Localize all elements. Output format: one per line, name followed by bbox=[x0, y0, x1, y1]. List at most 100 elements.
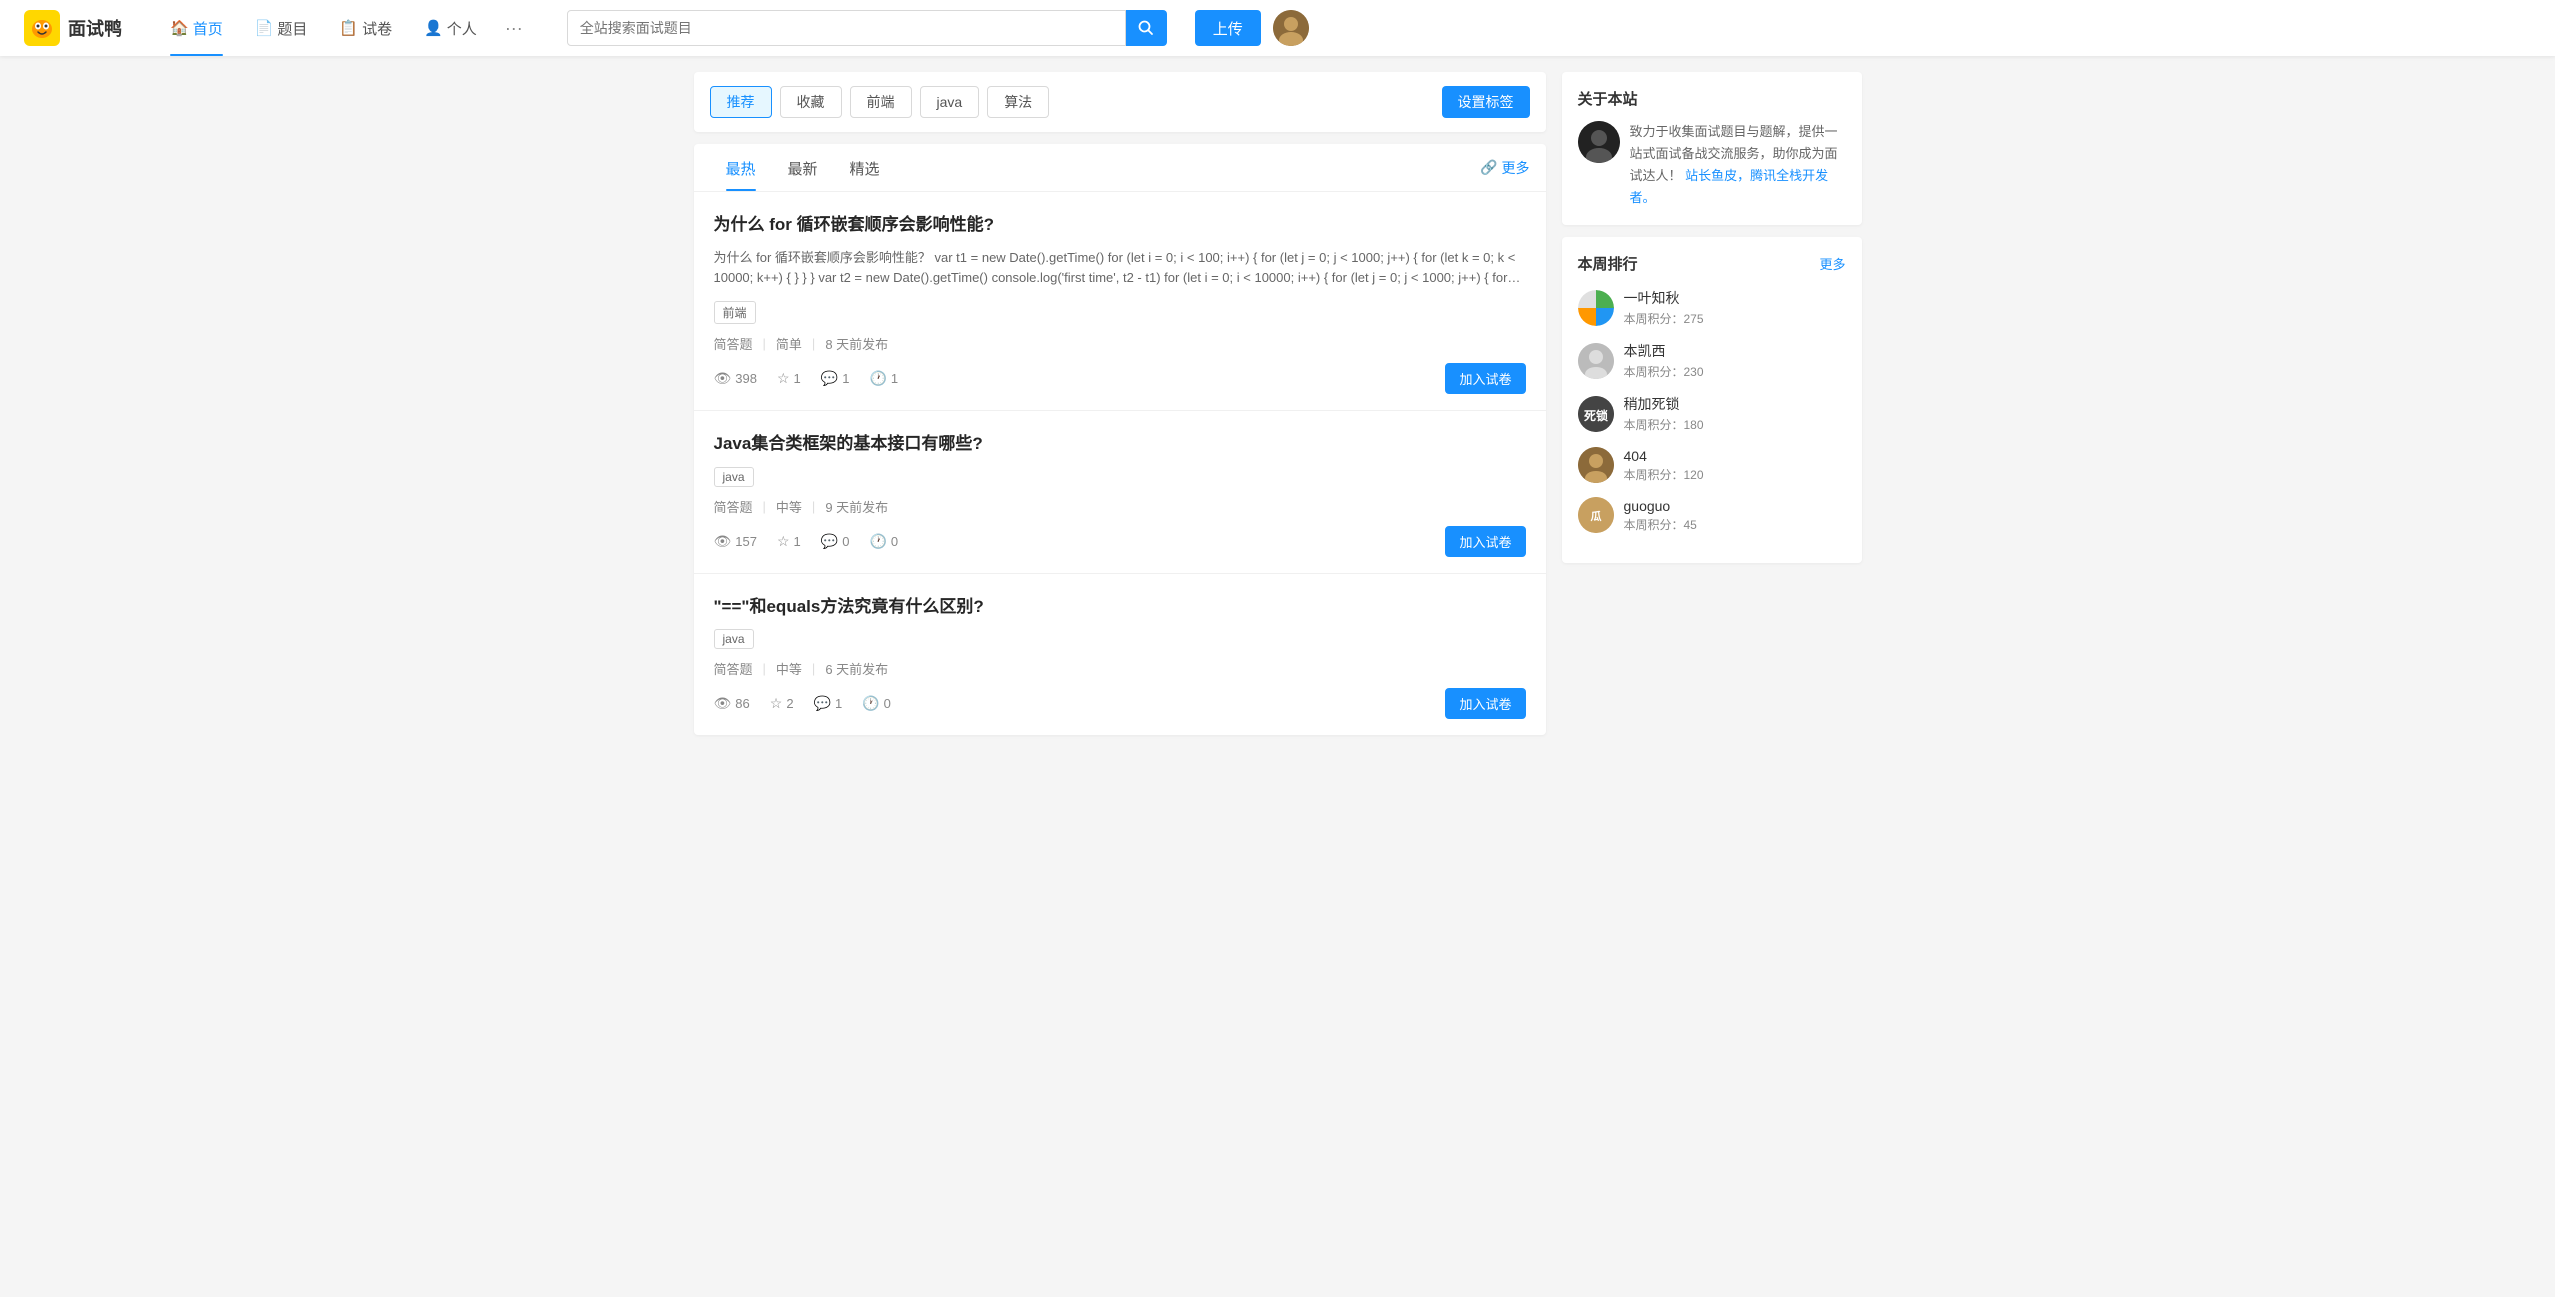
question-title-2[interactable]: Java集合类框架的基本接口有哪些? bbox=[714, 431, 1526, 457]
rank-score-4: 本周积分：120 bbox=[1624, 466, 1846, 483]
doc-icon: 📄 bbox=[255, 19, 274, 37]
search-icon bbox=[1138, 20, 1154, 36]
question-card-2: Java集合类框架的基本接口有哪些? java 简答题 | 中等 | 9 天前发… bbox=[694, 411, 1546, 574]
rank-pie-icon bbox=[1578, 290, 1614, 326]
nav-item-home[interactable]: 🏠 首页 bbox=[154, 0, 239, 56]
question-meta-1: 简答题 | 简单 | 8 天前发布 bbox=[714, 334, 1526, 353]
feed-panel: 最热 最新 精选 🔗 更多 为什么 for 循环嵌套顺序会影响性能? 为什么 f… bbox=[694, 144, 1546, 735]
logo-text: 面试鸭 bbox=[68, 15, 122, 41]
eye-icon: 👁 bbox=[714, 695, 732, 712]
add-to-exam-btn-3[interactable]: 加入试卷 bbox=[1445, 688, 1525, 719]
rank-info-4: 404 本周积分：120 bbox=[1624, 448, 1846, 483]
avatar[interactable] bbox=[1273, 10, 1309, 46]
tab-hot[interactable]: 最热 bbox=[710, 144, 772, 191]
stat-bookmarks-1: 🕐 1 bbox=[869, 370, 898, 387]
ranking-card: 本周排行 更多 一叶知秋 本周积分：275 bbox=[1562, 237, 1862, 563]
stat-comments-2: 💬 0 bbox=[821, 533, 850, 550]
rank-name-1: 一叶知秋 bbox=[1624, 288, 1846, 308]
search-bar bbox=[567, 10, 1167, 46]
about-avatar bbox=[1578, 121, 1620, 163]
question-meta-3: 简答题 | 中等 | 6 天前发布 bbox=[714, 659, 1526, 678]
rank-info-5: guoguo 本周积分：45 bbox=[1624, 498, 1846, 533]
question-type-1: 简答题 bbox=[714, 334, 753, 353]
tag-list: 推荐 收藏 前端 java 算法 bbox=[710, 86, 1442, 118]
question-published-2: 9 天前发布 bbox=[825, 497, 888, 516]
ranking-header: 本周排行 更多 bbox=[1578, 253, 1846, 274]
tag-frontend[interactable]: 前端 bbox=[850, 86, 912, 118]
question-tag[interactable]: java bbox=[714, 629, 754, 649]
question-tag[interactable]: java bbox=[714, 467, 754, 487]
ranking-title: 本周排行 bbox=[1578, 253, 1820, 274]
content-right: 关于本站 致力于收集面试题目与题解，提供一站式面试备战交流服务，助你成为面试达人… bbox=[1562, 72, 1862, 735]
link-icon: 🔗 bbox=[1480, 159, 1497, 176]
about-avatar-img bbox=[1578, 121, 1620, 163]
question-type-2: 简答题 bbox=[714, 497, 753, 516]
logo[interactable]: 面试鸭 bbox=[24, 10, 122, 46]
rank-avatar-3: 死锁 bbox=[1578, 396, 1614, 432]
add-to-exam-btn-1[interactable]: 加入试卷 bbox=[1445, 363, 1525, 394]
question-tags-1: 前端 bbox=[714, 301, 1526, 324]
comment-icon: 💬 bbox=[814, 695, 831, 712]
clock-icon: 🕐 bbox=[862, 695, 879, 712]
about-description: 致力于收集面试题目与题解，提供一站式面试备战交流服务，助你成为面试达人！ 站长鱼… bbox=[1630, 121, 1846, 209]
add-to-exam-btn-2[interactable]: 加入试卷 bbox=[1445, 526, 1525, 557]
rank-score-3: 本周积分：180 bbox=[1624, 416, 1846, 433]
svg-text:死锁: 死锁 bbox=[1583, 408, 1607, 423]
nav-more-button[interactable]: ··· bbox=[493, 0, 535, 56]
question-published-1: 8 天前发布 bbox=[825, 334, 888, 353]
nav-item-exams[interactable]: 📋 试卷 bbox=[323, 0, 408, 56]
upload-button[interactable]: 上传 bbox=[1195, 10, 1261, 46]
question-card-3: "=="和equals方法究竟有什么区别? java 简答题 | 中等 | 6 … bbox=[694, 574, 1546, 736]
nav-menu: 🏠 首页 📄 题目 📋 试卷 👤 个人 ··· bbox=[154, 0, 535, 56]
tag-favorites[interactable]: 收藏 bbox=[780, 86, 842, 118]
star-icon: ☆ bbox=[777, 533, 790, 550]
comment-icon: 💬 bbox=[821, 370, 838, 387]
rank-avatar-2 bbox=[1578, 343, 1614, 379]
question-title-1[interactable]: 为什么 for 循环嵌套顺序会影响性能? bbox=[714, 212, 1526, 238]
svg-text:瓜: 瓜 bbox=[1590, 510, 1601, 523]
stat-stars-1: ☆ 1 bbox=[777, 370, 801, 387]
stat-views-2: 👁 157 bbox=[714, 533, 757, 550]
about-card: 关于本站 致力于收集面试题目与题解，提供一站式面试备战交流服务，助你成为面试达人… bbox=[1562, 72, 1862, 225]
stat-comments-3: 💬 1 bbox=[814, 695, 843, 712]
question-difficulty-3: 中等 bbox=[776, 659, 802, 678]
rank-avatar-1 bbox=[1578, 290, 1614, 326]
rank-item-1: 一叶知秋 本周积分：275 bbox=[1578, 288, 1846, 327]
rank-info-2: 本凯西 本周积分：230 bbox=[1624, 341, 1846, 380]
question-title-3[interactable]: "=="和equals方法究竟有什么区别? bbox=[714, 594, 1526, 620]
stat-views-1: 👁 398 bbox=[714, 370, 757, 387]
logo-icon bbox=[24, 10, 60, 46]
tag-algorithm[interactable]: 算法 bbox=[987, 86, 1049, 118]
question-footer-3: 👁 86 ☆ 2 💬 1 🕐 0 加入试卷 bbox=[714, 688, 1526, 719]
set-tag-button[interactable]: 设置标签 bbox=[1442, 86, 1530, 118]
star-icon: ☆ bbox=[770, 695, 783, 712]
question-tag[interactable]: 前端 bbox=[714, 301, 756, 324]
about-content: 致力于收集面试题目与题解，提供一站式面试备战交流服务，助你成为面试达人！ 站长鱼… bbox=[1578, 121, 1846, 209]
avatar-image bbox=[1273, 10, 1309, 46]
question-excerpt-1: 为什么 for 循环嵌套顺序会影响性能？ var t1 = new Date()… bbox=[714, 248, 1526, 290]
tag-java[interactable]: java bbox=[920, 86, 980, 118]
search-input[interactable] bbox=[567, 10, 1126, 46]
tab-latest[interactable]: 最新 bbox=[772, 144, 834, 191]
question-card-1: 为什么 for 循环嵌套顺序会影响性能? 为什么 for 循环嵌套顺序会影响性能… bbox=[694, 192, 1546, 411]
star-icon: ☆ bbox=[777, 370, 790, 387]
rank-score-1: 本周积分：275 bbox=[1624, 310, 1846, 327]
clock-icon: 🕐 bbox=[869, 370, 886, 387]
stat-views-3: 👁 86 bbox=[714, 695, 750, 712]
nav-item-questions[interactable]: 📄 题目 bbox=[239, 0, 324, 56]
feed-more-link[interactable]: 🔗 更多 bbox=[1480, 158, 1529, 178]
rank-name-2: 本凯西 bbox=[1624, 341, 1846, 361]
stat-comments-1: 💬 1 bbox=[821, 370, 850, 387]
question-meta-2: 简答题 | 中等 | 9 天前发布 bbox=[714, 497, 1526, 516]
nav-item-personal[interactable]: 👤 个人 bbox=[408, 0, 493, 56]
clock-icon: 🕐 bbox=[869, 533, 886, 550]
home-icon: 🏠 bbox=[170, 19, 189, 37]
stat-stars-2: ☆ 1 bbox=[777, 533, 801, 550]
search-button[interactable] bbox=[1126, 10, 1167, 46]
tab-selected[interactable]: 精选 bbox=[834, 144, 896, 191]
rank-info-3: 稍加死锁 本周积分：180 bbox=[1624, 394, 1846, 433]
tag-recommended[interactable]: 推荐 bbox=[710, 86, 772, 118]
ranking-more[interactable]: 更多 bbox=[1819, 254, 1845, 273]
rank-item-5: 瓜 guoguo 本周积分：45 bbox=[1578, 497, 1846, 533]
feed-tabs: 最热 最新 精选 🔗 更多 bbox=[694, 144, 1546, 192]
